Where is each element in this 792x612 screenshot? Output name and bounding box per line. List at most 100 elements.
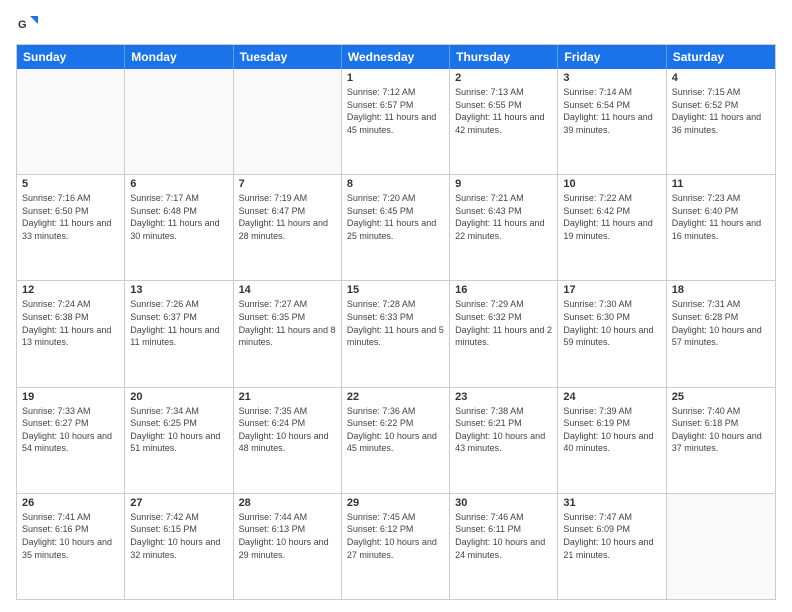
weekday-header: Sunday xyxy=(17,45,125,69)
calendar-row: 1Sunrise: 7:12 AMSunset: 6:57 PMDaylight… xyxy=(17,69,775,175)
calendar-cell: 3Sunrise: 7:14 AMSunset: 6:54 PMDaylight… xyxy=(558,69,666,174)
day-number: 24 xyxy=(563,391,660,403)
day-number: 20 xyxy=(130,391,227,403)
calendar-cell: 13 Sunrise: 7:26 AMSunset: 6:37 PMDayligh… xyxy=(125,281,233,386)
day-number: 29 xyxy=(347,497,444,509)
calendar-cell: 7 Sunrise: 7:19 AMSunset: 6:47 PMDaylight… xyxy=(234,175,342,280)
day-number: 15 xyxy=(347,284,444,296)
day-info: Sunrise: 7:21 AMSunset: 6:43 PMDaylight:… xyxy=(455,192,552,242)
logo-icon: G xyxy=(16,12,40,36)
calendar-cell: 15 Sunrise: 7:28 AMSunset: 6:33 PMDayligh… xyxy=(342,281,450,386)
day-number: 16 xyxy=(455,284,552,296)
calendar-cell: 30 Sunrise: 7:46 AMSunset: 6:11 PMDayligh… xyxy=(450,494,558,599)
calendar-cell: 18 Sunrise: 7:31 AMSunset: 6:28 PMDayligh… xyxy=(667,281,775,386)
day-number: 30 xyxy=(455,497,552,509)
day-number: 25 xyxy=(672,391,770,403)
calendar-cell: 24 Sunrise: 7:39 AMSunset: 6:19 PMDayligh… xyxy=(558,388,666,493)
calendar-cell: 19 Sunrise: 7:33 AMSunset: 6:27 PMDayligh… xyxy=(17,388,125,493)
day-number: 26 xyxy=(22,497,119,509)
day-number: 19 xyxy=(22,391,119,403)
weekday-header: Wednesday xyxy=(342,45,450,69)
calendar-cell: 2Sunrise: 7:13 AMSunset: 6:55 PMDaylight… xyxy=(450,69,558,174)
svg-text:G: G xyxy=(18,19,27,31)
day-info: Sunrise: 7:31 AMSunset: 6:28 PMDaylight:… xyxy=(672,298,770,348)
calendar-cell: 29 Sunrise: 7:45 AMSunset: 6:12 PMDayligh… xyxy=(342,494,450,599)
day-info: Sunrise: 7:38 AMSunset: 6:21 PMDaylight:… xyxy=(455,405,552,455)
day-info: Sunrise: 7:39 AMSunset: 6:19 PMDaylight:… xyxy=(563,405,660,455)
calendar-cell: 31 Sunrise: 7:47 AMSunset: 6:09 PMDayligh… xyxy=(558,494,666,599)
weekday-header: Monday xyxy=(125,45,233,69)
calendar-cell: 26Sunrise: 7:41 AMSunset: 6:16 PMDayligh… xyxy=(17,494,125,599)
day-info: Sunrise: 7:34 AMSunset: 6:25 PMDaylight:… xyxy=(130,405,227,455)
calendar-row: 12Sunrise: 7:24 AMSunset: 6:38 PMDayligh… xyxy=(17,281,775,387)
day-number: 27 xyxy=(130,497,227,509)
calendar-cell: 1Sunrise: 7:12 AMSunset: 6:57 PMDaylight… xyxy=(342,69,450,174)
day-info: Sunrise: 7:19 AMSunset: 6:47 PMDaylight:… xyxy=(239,192,336,242)
calendar-cell: 23Sunrise: 7:38 AMSunset: 6:21 PMDayligh… xyxy=(450,388,558,493)
day-number: 9 xyxy=(455,178,552,190)
day-info: Sunrise: 7:47 AMSunset: 6:09 PMDaylight:… xyxy=(563,511,660,561)
weekday-header: Thursday xyxy=(450,45,558,69)
day-info: Sunrise: 7:13 AMSunset: 6:55 PMDaylight:… xyxy=(455,86,552,136)
day-info: Sunrise: 7:42 AMSunset: 6:15 PMDaylight:… xyxy=(130,511,227,561)
weekday-header: Saturday xyxy=(667,45,775,69)
calendar-cell: 28 Sunrise: 7:44 AMSunset: 6:13 PMDayligh… xyxy=(234,494,342,599)
day-info: Sunrise: 7:30 AMSunset: 6:30 PMDaylight:… xyxy=(563,298,660,348)
weekday-header: Friday xyxy=(558,45,666,69)
calendar-body: 1Sunrise: 7:12 AMSunset: 6:57 PMDaylight… xyxy=(17,69,775,599)
calendar-cell: 8Sunrise: 7:20 AMSunset: 6:45 PMDaylight… xyxy=(342,175,450,280)
day-info: Sunrise: 7:33 AMSunset: 6:27 PMDaylight:… xyxy=(22,405,119,455)
day-info: Sunrise: 7:12 AMSunset: 6:57 PMDaylight:… xyxy=(347,86,444,136)
day-number: 28 xyxy=(239,497,336,509)
day-number: 5 xyxy=(22,178,119,190)
day-info: Sunrise: 7:28 AMSunset: 6:33 PMDaylight:… xyxy=(347,298,444,348)
calendar-cell: 10 Sunrise: 7:22 AMSunset: 6:42 PMDayligh… xyxy=(558,175,666,280)
calendar-cell: 25 Sunrise: 7:40 AMSunset: 6:18 PMDayligh… xyxy=(667,388,775,493)
day-info: Sunrise: 7:35 AMSunset: 6:24 PMDaylight:… xyxy=(239,405,336,455)
day-number: 18 xyxy=(672,284,770,296)
calendar-cell xyxy=(125,69,233,174)
calendar: SundayMondayTuesdayWednesdayThursdayFrid… xyxy=(16,44,776,600)
day-info: Sunrise: 7:22 AMSunset: 6:42 PMDaylight:… xyxy=(563,192,660,242)
page-header: G xyxy=(16,12,776,36)
calendar-cell xyxy=(234,69,342,174)
weekday-header: Tuesday xyxy=(234,45,342,69)
day-number: 7 xyxy=(239,178,336,190)
day-number: 21 xyxy=(239,391,336,403)
logo: G xyxy=(16,12,44,36)
day-number: 12 xyxy=(22,284,119,296)
calendar-cell: 16 Sunrise: 7:29 AMSunset: 6:32 PMDayligh… xyxy=(450,281,558,386)
day-info: Sunrise: 7:45 AMSunset: 6:12 PMDaylight:… xyxy=(347,511,444,561)
day-info: Sunrise: 7:36 AMSunset: 6:22 PMDaylight:… xyxy=(347,405,444,455)
day-info: Sunrise: 7:29 AMSunset: 6:32 PMDaylight:… xyxy=(455,298,552,348)
day-number: 8 xyxy=(347,178,444,190)
calendar-cell xyxy=(667,494,775,599)
calendar-row: 19 Sunrise: 7:33 AMSunset: 6:27 PMDayligh… xyxy=(17,388,775,494)
day-info: Sunrise: 7:26 AMSunset: 6:37 PMDaylight:… xyxy=(130,298,227,348)
calendar-header: SundayMondayTuesdayWednesdayThursdayFrid… xyxy=(17,45,775,69)
calendar-cell: 6 Sunrise: 7:17 AMSunset: 6:48 PMDaylight… xyxy=(125,175,233,280)
day-number: 10 xyxy=(563,178,660,190)
calendar-cell: 27 Sunrise: 7:42 AMSunset: 6:15 PMDayligh… xyxy=(125,494,233,599)
day-info: Sunrise: 7:44 AMSunset: 6:13 PMDaylight:… xyxy=(239,511,336,561)
day-info: Sunrise: 7:27 AMSunset: 6:35 PMDaylight:… xyxy=(239,298,336,348)
calendar-cell xyxy=(17,69,125,174)
calendar-row: 5Sunrise: 7:16 AMSunset: 6:50 PMDaylight… xyxy=(17,175,775,281)
calendar-cell: 12Sunrise: 7:24 AMSunset: 6:38 PMDayligh… xyxy=(17,281,125,386)
calendar-cell: 21 Sunrise: 7:35 AMSunset: 6:24 PMDayligh… xyxy=(234,388,342,493)
calendar-cell: 9 Sunrise: 7:21 AMSunset: 6:43 PMDaylight… xyxy=(450,175,558,280)
day-info: Sunrise: 7:46 AMSunset: 6:11 PMDaylight:… xyxy=(455,511,552,561)
day-info: Sunrise: 7:15 AMSunset: 6:52 PMDaylight:… xyxy=(672,86,770,136)
calendar-cell: 14 Sunrise: 7:27 AMSunset: 6:35 PMDayligh… xyxy=(234,281,342,386)
calendar-cell: 5Sunrise: 7:16 AMSunset: 6:50 PMDaylight… xyxy=(17,175,125,280)
day-info: Sunrise: 7:17 AMSunset: 6:48 PMDaylight:… xyxy=(130,192,227,242)
day-number: 31 xyxy=(563,497,660,509)
day-number: 4 xyxy=(672,72,770,84)
day-info: Sunrise: 7:40 AMSunset: 6:18 PMDaylight:… xyxy=(672,405,770,455)
day-number: 22 xyxy=(347,391,444,403)
day-number: 6 xyxy=(130,178,227,190)
day-number: 17 xyxy=(563,284,660,296)
calendar-cell: 22 Sunrise: 7:36 AMSunset: 6:22 PMDayligh… xyxy=(342,388,450,493)
day-number: 13 xyxy=(130,284,227,296)
day-number: 14 xyxy=(239,284,336,296)
